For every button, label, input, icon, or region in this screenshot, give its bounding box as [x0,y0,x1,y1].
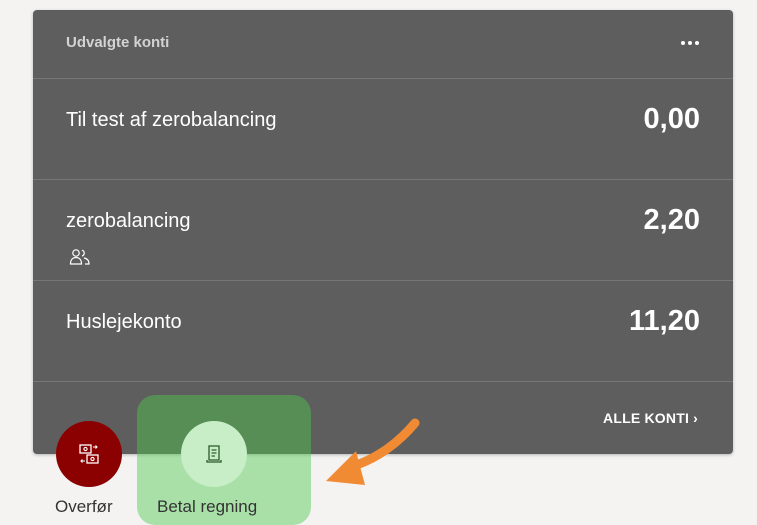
more-horizontal-icon [681,41,699,45]
account-balance: 2,20 [643,204,700,236]
selected-accounts-card: Udvalgte konti Til test af zerobalancing… [33,10,733,454]
account-row-til-test[interactable]: Til test af zerobalancing 0,00 [33,79,733,180]
account-row-huslejekonto[interactable]: Huslejekonto 11,20 [33,281,733,382]
all-accounts-link[interactable]: ALLE KONTI › [603,410,698,426]
bill-icon [206,445,222,463]
pay-bill-button[interactable] [181,421,247,487]
account-name: zerobalancing [66,210,191,232]
pointer-arrow-icon [326,418,420,485]
card-header: Udvalgte konti [33,10,733,79]
account-name: Huslejekonto [66,311,182,333]
account-name: Til test af zerobalancing [66,109,277,131]
shared-users-icon [69,249,90,265]
account-row-zerobalancing[interactable]: zerobalancing 2,20 [33,180,733,281]
account-balance: 11,20 [629,305,700,337]
transfer-icon [79,444,99,464]
pay-bill-label: Betal regning [157,497,258,516]
transfer-label: Overfør [55,497,113,516]
transfer-button[interactable] [56,421,122,487]
account-balance: 0,00 [643,103,700,135]
more-options-button[interactable] [675,30,705,56]
card-title: Udvalgte konti [66,34,170,51]
